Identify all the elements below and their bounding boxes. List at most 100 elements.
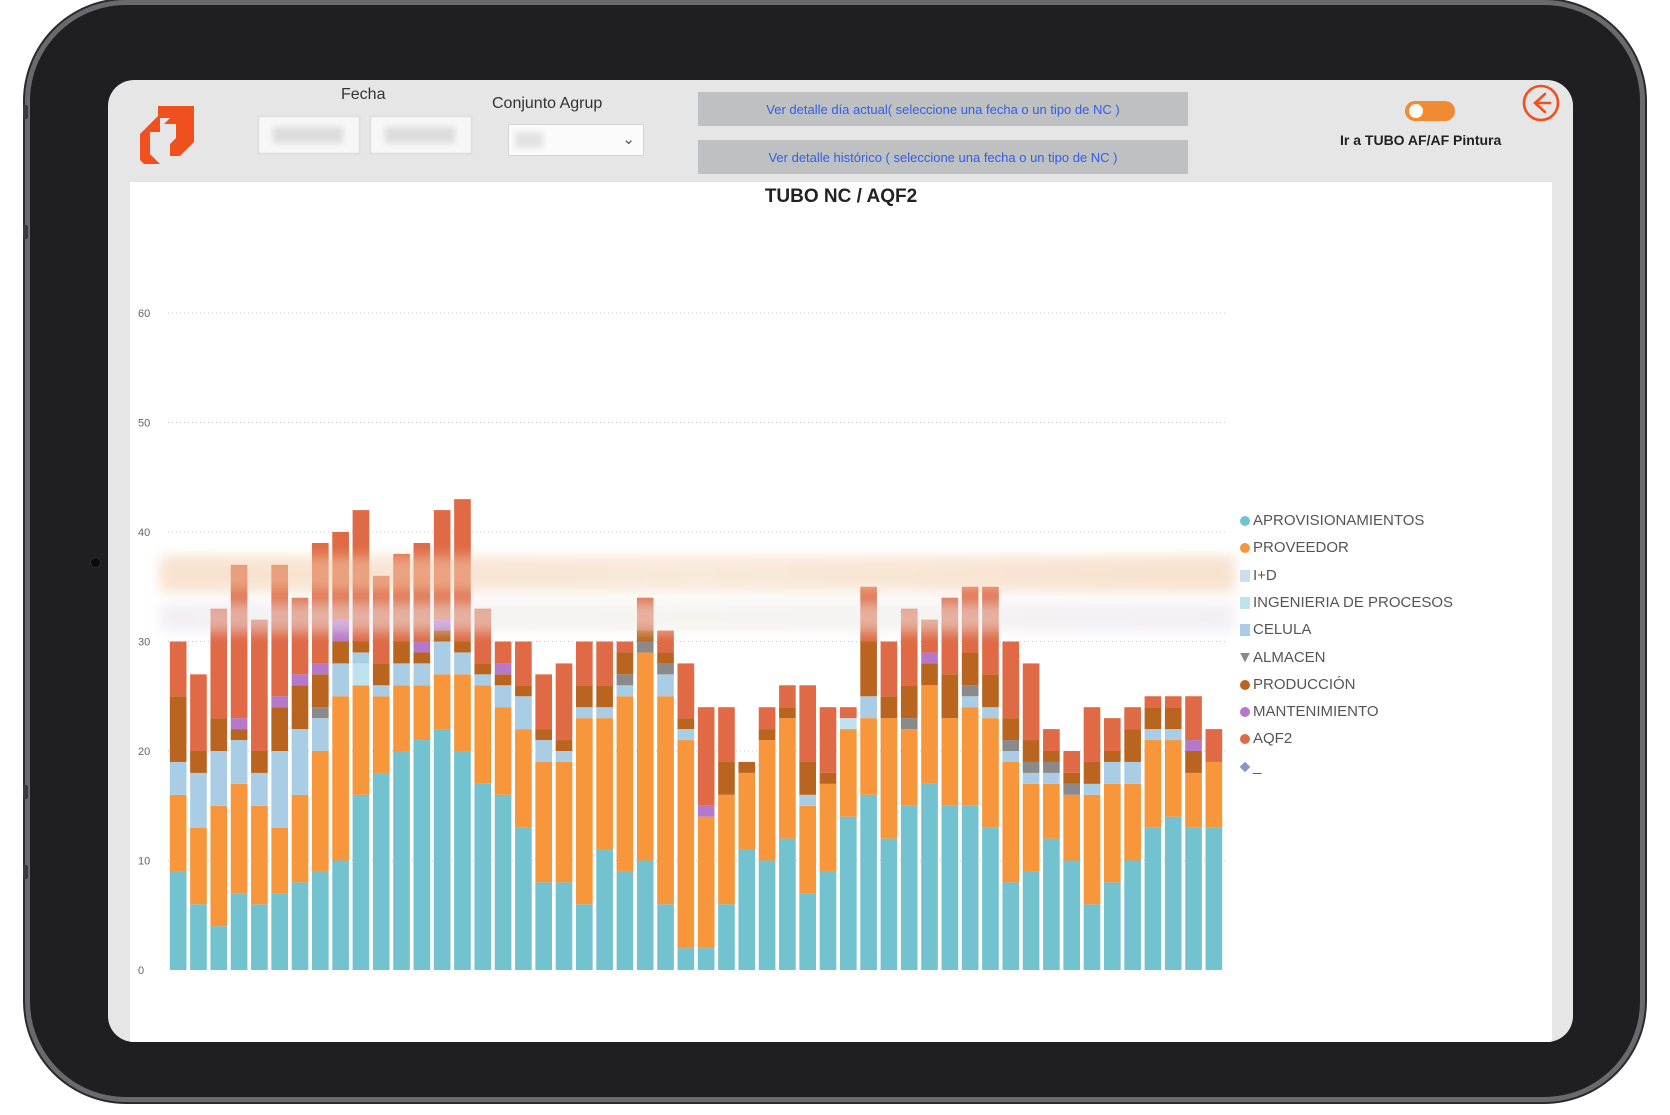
- bar-segment-proveedor[interactable]: [738, 772, 756, 850]
- bar-segment-celula[interactable]: [596, 707, 613, 719]
- bar-segment-mantenimiento[interactable]: [291, 674, 309, 686]
- bar-segment-celula[interactable]: [1124, 761, 1141, 784]
- bar-segment-aqf2[interactable]: [515, 641, 532, 686]
- bar-segment-proveedor[interactable]: [839, 729, 857, 817]
- bar-segment-aqf2[interactable]: [839, 707, 857, 719]
- bar-segment-produccion[interactable]: [535, 729, 553, 741]
- bar-segment-aprovisionamientos[interactable]: [332, 860, 349, 971]
- bar-segment-produccion[interactable]: [1185, 751, 1202, 773]
- bar-segment-proveedor[interactable]: [1043, 783, 1060, 839]
- bar-segment-celula[interactable]: [393, 663, 410, 686]
- bar-segment-celula[interactable]: [413, 663, 431, 686]
- bar-segment-celula[interactable]: [271, 751, 289, 828]
- bar-segment-produccion[interactable]: [251, 751, 268, 773]
- bar-segment-aqf2[interactable]: [190, 674, 207, 751]
- bar-segment-almacen[interactable]: [616, 674, 634, 686]
- bar-segment-proveedor[interactable]: [1124, 783, 1141, 861]
- bar-segment-proveedor[interactable]: [1103, 783, 1121, 883]
- ver-detalle-historico-button[interactable]: Ver detalle histórico ( seleccione una f…: [698, 140, 1188, 174]
- bar-segment-produccion[interactable]: [1002, 718, 1020, 741]
- bar-segment-proveedor[interactable]: [251, 805, 268, 905]
- bar-segment-produccion[interactable]: [677, 718, 695, 730]
- bar-segment-proveedor[interactable]: [413, 685, 431, 741]
- bar-segment-mantenimiento[interactable]: [230, 718, 248, 730]
- bar-segment-celula[interactable]: [535, 740, 553, 762]
- bar-segment-proveedor[interactable]: [575, 718, 593, 905]
- bar-segment-aprovisionamientos[interactable]: [758, 860, 776, 971]
- bar-segment-produccion[interactable]: [860, 641, 877, 697]
- bar-segment-aprovisionamientos[interactable]: [190, 904, 207, 970]
- bar-segment-aqf2[interactable]: [758, 707, 776, 730]
- bar-segment-produccion[interactable]: [636, 630, 654, 642]
- bar-segment-proveedor[interactable]: [596, 718, 613, 850]
- bar-segment-celula[interactable]: [210, 751, 228, 806]
- bar-segment-aprovisionamientos[interactable]: [169, 871, 187, 970]
- bar-segment-proveedor[interactable]: [860, 718, 877, 795]
- ver-detalle-actual-button[interactable]: Ver detalle día actual( seleccione una f…: [698, 92, 1188, 126]
- bar-segment-aqf2[interactable]: [799, 685, 817, 762]
- bar-segment-aqf2[interactable]: [1124, 707, 1141, 730]
- bar-segment-proveedor[interactable]: [1144, 740, 1162, 828]
- bar-segment-almacen[interactable]: [1063, 783, 1081, 795]
- bar-segment-proveedor[interactable]: [1205, 761, 1223, 828]
- bar-segment-produccion[interactable]: [332, 641, 349, 664]
- bar-segment-produccion[interactable]: [1124, 729, 1141, 762]
- bar-segment-aprovisionamientos[interactable]: [616, 871, 634, 970]
- bar-segment-proveedor[interactable]: [921, 685, 938, 784]
- bar-segment-celula[interactable]: [616, 685, 634, 697]
- bar-segment-almacen[interactable]: [636, 641, 654, 653]
- bar-segment-proveedor[interactable]: [169, 794, 187, 872]
- bar-segment-proveedor[interactable]: [779, 718, 796, 839]
- bar-segment-aprovisionamientos[interactable]: [230, 893, 248, 970]
- bar-segment-aprovisionamientos[interactable]: [1185, 827, 1202, 970]
- bar-segment-aqf2[interactable]: [819, 707, 837, 773]
- bar-segment-produccion[interactable]: [1043, 751, 1060, 762]
- bar-segment-aprovisionamientos[interactable]: [779, 838, 796, 970]
- bar-segment-proveedor[interactable]: [474, 685, 492, 784]
- bar-segment-aprovisionamientos[interactable]: [677, 948, 695, 970]
- bar-segment-aqf2[interactable]: [1185, 696, 1202, 741]
- bar-segment-mantenimiento[interactable]: [921, 652, 938, 664]
- bar-segment-produccion[interactable]: [819, 772, 837, 784]
- bar-segment-celula[interactable]: [961, 696, 979, 708]
- bar-segment-aqf2[interactable]: [718, 707, 735, 762]
- bar-segment-celula[interactable]: [230, 740, 248, 784]
- bar-segment-celula[interactable]: [372, 685, 390, 697]
- bar-segment-almacen[interactable]: [1043, 761, 1060, 773]
- bar-segment-aprovisionamientos[interactable]: [454, 751, 471, 970]
- bar-segment-celula[interactable]: [291, 729, 309, 795]
- bar-segment-aprovisionamientos[interactable]: [839, 816, 857, 970]
- bar-segment-aprovisionamientos[interactable]: [515, 827, 532, 970]
- bar-segment-celula[interactable]: [352, 652, 370, 664]
- bar-segment-produccion[interactable]: [1144, 707, 1162, 730]
- bar-segment-produccion[interactable]: [596, 685, 613, 708]
- bar-segment-mantenimiento[interactable]: [413, 641, 431, 653]
- bar-segment-aprovisionamientos[interactable]: [474, 783, 492, 970]
- bar-segment-produccion[interactable]: [657, 652, 674, 664]
- bar-segment-proveedor[interactable]: [941, 718, 959, 806]
- bar-segment-celula[interactable]: [1022, 772, 1040, 784]
- bar-segment-aqf2[interactable]: [677, 663, 695, 719]
- bar-segment-aprovisionamientos[interactable]: [393, 751, 410, 970]
- bar-segment-aprovisionamientos[interactable]: [718, 904, 735, 970]
- bar-segment-aqf2[interactable]: [779, 685, 796, 708]
- bar-segment-produccion[interactable]: [900, 685, 918, 719]
- bar-segment-mantenimiento[interactable]: [697, 805, 715, 817]
- bar-segment-proveedor[interactable]: [372, 696, 390, 773]
- bar-segment-produccion[interactable]: [575, 685, 593, 708]
- bar-segment-celula[interactable]: [454, 652, 471, 675]
- bar-segment-celula[interactable]: [515, 696, 532, 730]
- bar-segment-aprovisionamientos[interactable]: [657, 904, 674, 970]
- bar-segment-proveedor[interactable]: [819, 783, 837, 872]
- bar-segment-celula[interactable]: [433, 641, 451, 675]
- bar-segment-celula[interactable]: [190, 772, 207, 828]
- bar-segment-celula[interactable]: [251, 772, 268, 806]
- bar-segment-proveedor[interactable]: [535, 761, 553, 883]
- bar-segment-mantenimiento[interactable]: [311, 663, 329, 675]
- fecha-end-input[interactable]: [370, 116, 472, 154]
- bar-segment-celula[interactable]: [1083, 783, 1101, 795]
- bar-segment-celula[interactable]: [1103, 761, 1121, 784]
- bar-segment-celula[interactable]: [555, 751, 573, 762]
- bar-segment-produccion[interactable]: [169, 696, 187, 762]
- bar-segment-aqf2[interactable]: [616, 641, 634, 653]
